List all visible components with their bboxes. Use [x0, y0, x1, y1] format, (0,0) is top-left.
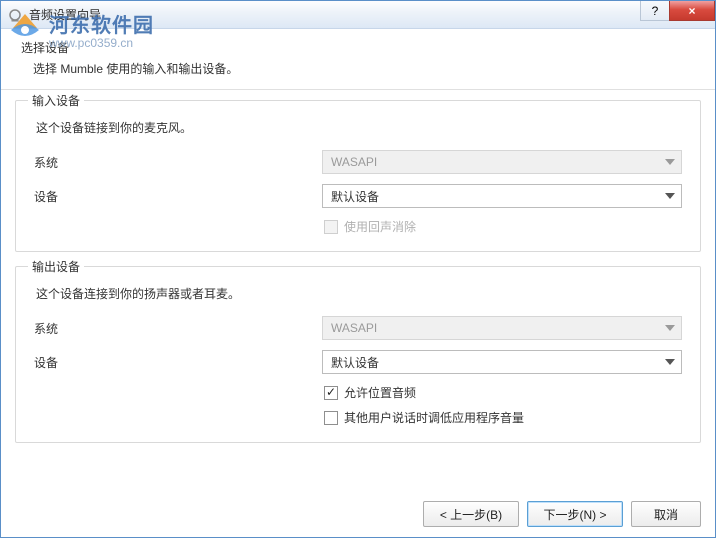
output-device-value: 默认设备 — [331, 354, 379, 371]
positional-audio-label: 允许位置音频 — [344, 384, 416, 401]
input-device-group: 输入设备 这个设备链接到你的麦克风。 系统 WASAPI 设备 默认设备 — [15, 100, 701, 252]
echo-cancel-checkbox[interactable] — [324, 220, 338, 234]
positional-audio-row: 允许位置音频 — [324, 384, 682, 401]
echo-cancel-row: 使用回声消除 — [324, 218, 682, 235]
output-device-group: 输出设备 这个设备连接到你的扬声器或者耳麦。 系统 WASAPI 设备 默认设备 — [15, 266, 701, 443]
attenuate-row: 其他用户说话时调低应用程序音量 — [324, 409, 682, 426]
attenuate-label: 其他用户说话时调低应用程序音量 — [344, 409, 524, 426]
footer-buttons: < 上一步(B) 下一步(N) > 取消 — [423, 501, 701, 527]
input-device-row: 设备 默认设备 — [34, 184, 682, 208]
chevron-down-icon — [665, 359, 675, 365]
output-desc: 这个设备连接到你的扬声器或者耳麦。 — [36, 285, 682, 302]
titlebar: 音频设置向导 ? × — [1, 1, 715, 29]
window-title: 音频设置向导 — [29, 6, 101, 23]
input-device-label: 设备 — [34, 188, 322, 205]
divider — [1, 89, 715, 90]
input-legend: 输入设备 — [28, 92, 84, 109]
help-button[interactable]: ? — [640, 1, 670, 21]
page-subtitle: 选择 Mumble 使用的输入和输出设备。 — [33, 60, 701, 77]
cancel-button[interactable]: 取消 — [631, 501, 701, 527]
output-device-label: 设备 — [34, 354, 322, 371]
wizard-header: 选择设备 选择 Mumble 使用的输入和输出设备。 — [1, 29, 715, 77]
input-device-select[interactable]: 默认设备 — [322, 184, 682, 208]
output-system-select[interactable]: WASAPI — [322, 316, 682, 340]
chevron-down-icon — [665, 159, 675, 165]
app-icon — [7, 7, 23, 23]
input-desc: 这个设备链接到你的麦克风。 — [36, 119, 682, 136]
input-system-label: 系统 — [34, 154, 322, 171]
output-device-select[interactable]: 默认设备 — [322, 350, 682, 374]
input-device-value: 默认设备 — [331, 188, 379, 205]
input-system-select[interactable]: WASAPI — [322, 150, 682, 174]
input-system-value: WASAPI — [331, 155, 377, 169]
output-system-label: 系统 — [34, 320, 322, 337]
close-button[interactable]: × — [669, 1, 715, 21]
window-buttons: ? × — [641, 1, 715, 21]
page-title: 选择设备 — [21, 39, 701, 56]
output-system-row: 系统 WASAPI — [34, 316, 682, 340]
chevron-down-icon — [665, 325, 675, 331]
chevron-down-icon — [665, 193, 675, 199]
output-system-value: WASAPI — [331, 321, 377, 335]
next-button[interactable]: 下一步(N) > — [527, 501, 623, 527]
output-legend: 输出设备 — [28, 258, 84, 275]
back-button[interactable]: < 上一步(B) — [423, 501, 519, 527]
wizard-window: 音频设置向导 ? × 河东软件园 www.pc0359.cn 选择设备 选择 M… — [0, 0, 716, 538]
positional-audio-checkbox[interactable] — [324, 386, 338, 400]
echo-cancel-label: 使用回声消除 — [344, 218, 416, 235]
attenuate-checkbox[interactable] — [324, 411, 338, 425]
output-device-row: 设备 默认设备 — [34, 350, 682, 374]
input-system-row: 系统 WASAPI — [34, 150, 682, 174]
